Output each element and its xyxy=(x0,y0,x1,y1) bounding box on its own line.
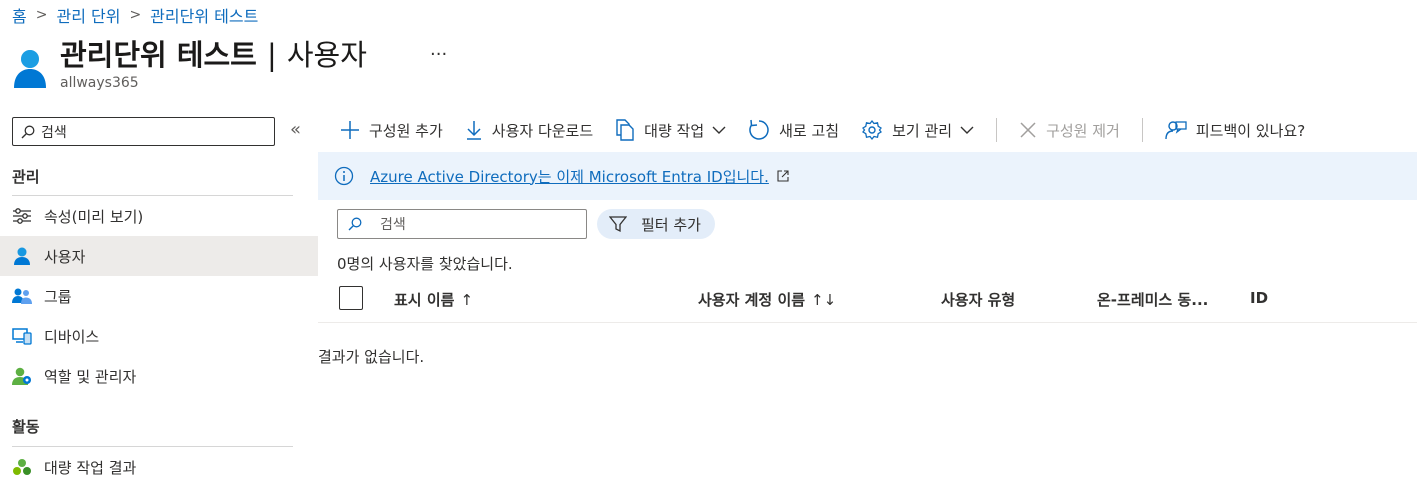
remove-member-label: 구성원 제거 xyxy=(1046,121,1120,140)
bulk-operations-button[interactable]: 대량 작업 xyxy=(615,119,726,141)
section-heading-activity: 활동 xyxy=(12,418,40,436)
empty-results-message: 결과가 없습니다. xyxy=(318,348,425,366)
add-filter-button[interactable]: 필터 추가 xyxy=(597,209,715,239)
feedback-button[interactable]: 피드백이 있나요? xyxy=(1165,119,1305,141)
table-header: 표시 이름 ↑ 사용자 계정 이름 ↑↓ 사용자 유형 온-프레미스 동... ID xyxy=(318,280,1417,323)
page-title-main: 관리단위 테스트 xyxy=(60,38,257,72)
external-link-icon xyxy=(777,170,789,182)
sidebar-item-label: 대량 작업 결과 xyxy=(44,458,137,477)
breadcrumb-admin-units[interactable]: 관리 단위 xyxy=(56,3,120,27)
sidebar-item-roles[interactable]: 역할 및 관리자 xyxy=(0,356,318,396)
sort-ascending-icon: ↑ xyxy=(460,291,474,309)
sidebar-item-groups[interactable]: 그룹 xyxy=(0,276,318,316)
title-separator: | xyxy=(266,38,277,72)
breadcrumb-home[interactable]: 홈 xyxy=(12,3,27,27)
sidebar-item-label: 그룹 xyxy=(44,287,72,306)
page-subtitle: allways365 xyxy=(60,75,139,91)
manage-view-label: 보기 관리 xyxy=(892,121,953,140)
column-header-upn[interactable]: 사용자 계정 이름 ↑↓ xyxy=(698,289,836,310)
chevron-right-icon: > xyxy=(129,7,142,23)
column-header-user-type[interactable]: 사용자 유형 xyxy=(941,289,1015,310)
sidebar-item-label: 속성(미리 보기) xyxy=(44,207,144,226)
entra-announcement-link[interactable]: Azure Active Directory는 이제 Microsoft Ent… xyxy=(370,166,769,187)
page-title-blade: 사용자 xyxy=(286,38,367,72)
roles-icon xyxy=(12,366,32,386)
manage-view-button[interactable]: 보기 관리 xyxy=(861,119,974,141)
command-bar: 구성원 추가 사용자 다운로드 대량 작업 새로 고침 보기 관리 구성원 제거… xyxy=(340,112,1327,148)
remove-member-button[interactable]: 구성원 제거 xyxy=(1019,120,1120,141)
search-icon xyxy=(348,217,362,231)
add-member-label: 구성원 추가 xyxy=(369,121,443,140)
plus-icon xyxy=(340,120,360,140)
column-label: 사용자 유형 xyxy=(941,291,1016,309)
filter-icon xyxy=(609,215,627,233)
breadcrumb: 홈 > 관리 단위 > 관리단위 테스트 xyxy=(12,3,258,27)
bulk-results-icon xyxy=(12,457,32,477)
user-icon xyxy=(14,50,46,88)
column-label: 표시 이름 xyxy=(394,291,455,309)
results-count: 0명의 사용자를 찾았습니다. xyxy=(337,255,513,273)
select-all-checkbox[interactable] xyxy=(339,286,363,310)
feedback-icon xyxy=(1165,119,1187,141)
section-heading-manage: 관리 xyxy=(12,168,40,186)
column-label: 온-프레미스 동... xyxy=(1097,291,1209,309)
sidebar-item-properties[interactable]: 속성(미리 보기) xyxy=(0,196,318,236)
column-header-display-name[interactable]: 표시 이름 ↑ xyxy=(394,289,473,310)
feedback-label: 피드백이 있나요? xyxy=(1195,121,1306,140)
download-users-label: 사용자 다운로드 xyxy=(491,121,594,140)
sidebar-item-bulk-results[interactable]: 대량 작업 결과 xyxy=(0,447,318,487)
column-label: ID xyxy=(1250,289,1269,307)
close-icon xyxy=(1019,121,1037,139)
sort-icon: ↑↓ xyxy=(811,291,837,309)
sidebar-item-label: 역할 및 관리자 xyxy=(44,367,137,386)
refresh-label: 새로 고침 xyxy=(779,121,840,140)
sidebar-search-input[interactable]: 검색 xyxy=(12,117,275,146)
collapse-sidebar-button[interactable]: « xyxy=(290,119,301,140)
devices-icon xyxy=(12,326,32,346)
sidebar-item-users[interactable]: 사용자 xyxy=(0,236,318,276)
refresh-icon xyxy=(748,119,770,141)
group-icon xyxy=(12,286,32,306)
download-users-button[interactable]: 사용자 다운로드 xyxy=(465,120,593,141)
breadcrumb-admin-unit-test[interactable]: 관리단위 테스트 xyxy=(150,3,258,27)
sliders-icon xyxy=(12,206,32,226)
bulk-document-icon xyxy=(615,119,635,141)
sidebar-search-placeholder: 검색 xyxy=(41,124,67,141)
column-header-on-premises-sync[interactable]: 온-프레미스 동... xyxy=(1097,289,1208,310)
page-title: 관리단위 테스트 | 사용자 xyxy=(60,36,367,74)
user-search-placeholder: 검색 xyxy=(380,217,406,233)
sidebar-item-label: 디바이스 xyxy=(44,327,100,346)
chevron-right-icon: > xyxy=(35,7,48,23)
user-search-input[interactable]: 검색 xyxy=(337,209,587,239)
download-icon xyxy=(465,120,483,140)
toolbar-divider xyxy=(1141,118,1143,142)
page-header: 관리단위 테스트 | 사용자 allways365 xyxy=(12,36,367,91)
sidebar-item-label: 사용자 xyxy=(44,247,86,266)
column-header-id[interactable]: ID xyxy=(1250,289,1268,307)
gear-icon xyxy=(861,119,883,141)
chevron-down-icon xyxy=(712,126,726,135)
user-icon xyxy=(12,246,32,266)
info-banner: Azure Active Directory는 이제 Microsoft Ent… xyxy=(318,152,1417,200)
more-options-button[interactable]: ··· xyxy=(430,44,447,65)
chevron-down-icon xyxy=(960,126,974,135)
add-filter-label: 필터 추가 xyxy=(641,215,701,234)
sidebar-item-devices[interactable]: 디바이스 xyxy=(0,316,318,356)
toolbar-divider xyxy=(996,118,998,142)
add-member-button[interactable]: 구성원 추가 xyxy=(340,120,443,141)
search-icon xyxy=(21,125,35,138)
column-label: 사용자 계정 이름 xyxy=(698,291,806,309)
refresh-button[interactable]: 새로 고침 xyxy=(748,119,839,141)
info-icon xyxy=(334,166,354,186)
bulk-operations-label: 대량 작업 xyxy=(644,121,705,140)
